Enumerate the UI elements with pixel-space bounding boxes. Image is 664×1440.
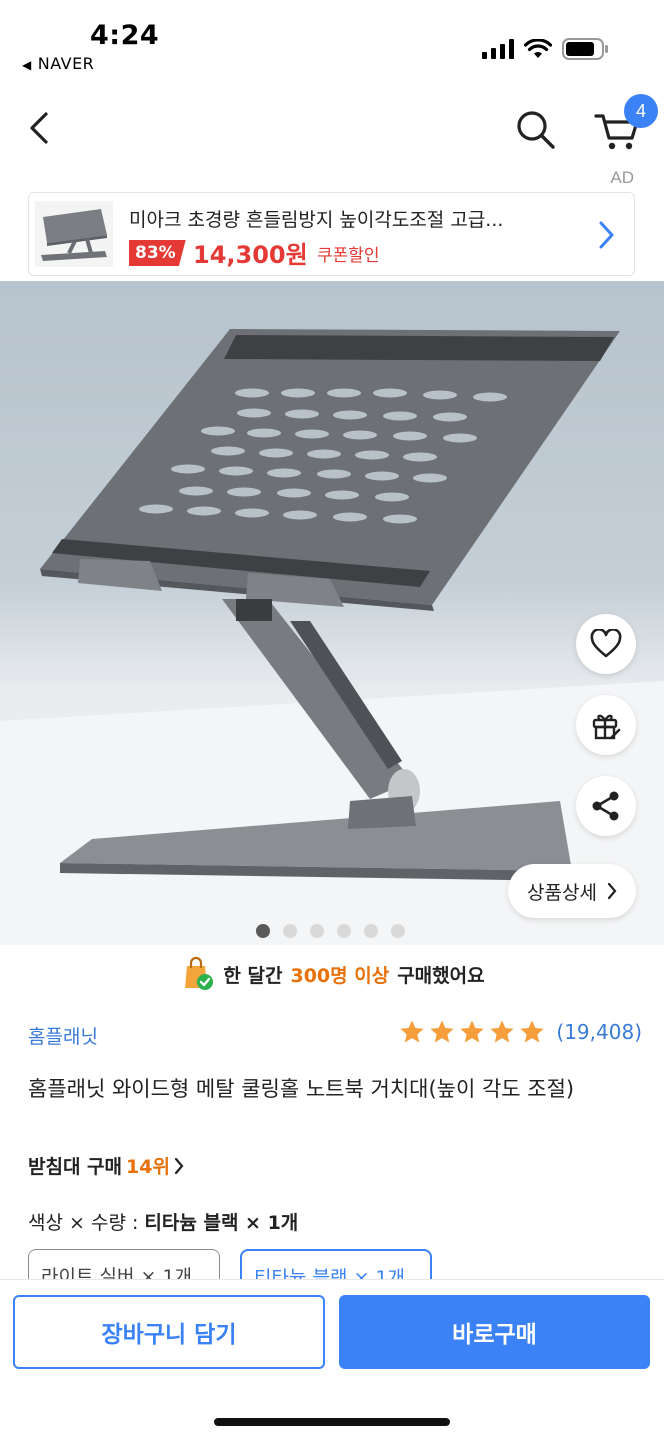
star-icon [490, 1020, 515, 1043]
carousel-dot[interactable] [310, 924, 324, 938]
back-arrow-icon[interactable] [20, 108, 60, 148]
carousel-dot[interactable] [391, 924, 405, 938]
cart-count-badge: 4 [624, 94, 658, 128]
ad-product-thumbnail [35, 201, 113, 267]
product-image-laptop-stand [0, 329, 664, 945]
carousel-dot[interactable] [256, 924, 270, 938]
option-value: 티타늄 블랙 × 1개 [144, 1212, 299, 1234]
share-icon [592, 791, 619, 821]
purchase-note-prefix: 한 달간 [223, 964, 283, 987]
ad-title: 미아크 초경량 흔들림방지 높이각도조절 고급... [129, 209, 504, 231]
home-indicator[interactable] [214, 1418, 450, 1426]
product-detail-label: 상품상세 [527, 881, 597, 904]
ad-label: AD [610, 168, 634, 187]
battery-icon [562, 38, 608, 60]
back-to-app-link[interactable]: ◀ NAVER [22, 54, 94, 73]
gift-button[interactable] [576, 695, 636, 755]
wishlist-button[interactable] [576, 614, 636, 674]
product-image-carousel[interactable]: 상품상세 [0, 281, 664, 945]
product-detail-button[interactable]: 상품상세 [508, 864, 636, 918]
signal-icon [482, 39, 514, 59]
rating[interactable]: (19,408) [398, 1018, 642, 1046]
chevron-right-icon [607, 882, 617, 900]
carousel-dot[interactable] [364, 924, 378, 938]
status-time: 4:24 [90, 20, 160, 51]
buy-now-button[interactable]: 바로구매 [339, 1295, 650, 1369]
wifi-icon [524, 39, 552, 58]
gift-icon [592, 714, 621, 740]
add-to-cart-button[interactable]: 장바구니 담기 [13, 1295, 325, 1369]
rank-value: 14위 [126, 1156, 170, 1178]
status-icons [482, 38, 610, 60]
ad-coupon-label: 쿠폰할인 [317, 246, 380, 266]
carousel-dot[interactable] [283, 924, 297, 938]
star-icon [430, 1020, 455, 1043]
review-count: (19,408) [556, 1020, 642, 1044]
brand-link[interactable]: 홈플래닛 [28, 1022, 98, 1049]
top-nav [0, 90, 664, 170]
back-app-label: NAVER [37, 54, 95, 73]
share-button[interactable] [576, 776, 636, 836]
category-rank-link[interactable]: 받침대 구매 14위 [28, 1152, 184, 1179]
ad-price: 14,300원 [193, 241, 308, 269]
back-triangle-icon: ◀ [22, 58, 32, 72]
option-label: 색상 × 수량 : [28, 1212, 139, 1234]
ad-discount-badge: 83% [129, 240, 186, 266]
ad-banner[interactable]: 미아크 초경량 흔들림방지 높이각도조절 고급... 83% 14,300원 쿠… [28, 192, 635, 276]
star-icon [520, 1020, 545, 1043]
option-summary: 색상 × 수량 : 티타늄 블랙 × 1개 [28, 1208, 298, 1235]
star-icon [460, 1020, 485, 1043]
carousel-indicator [256, 924, 405, 938]
status-bar: 4:24 ◀ NAVER [0, 0, 664, 86]
carousel-dot[interactable] [337, 924, 351, 938]
chevron-right-icon [599, 221, 614, 249]
search-icon[interactable] [512, 106, 558, 152]
purchase-note-suffix: 구매했어요 [397, 964, 485, 987]
rank-prefix: 받침대 구매 [28, 1156, 123, 1178]
star-icon [400, 1020, 425, 1043]
bottom-action-bar: 장바구니 담기 바로구매 [0, 1279, 664, 1440]
chevron-right-icon [174, 1157, 184, 1174]
product-title: 홈플래닛 와이드형 메탈 쿨링홀 노트북 거치대(높이 각도 조절) [28, 1077, 575, 1101]
shopping-bag-check-icon [185, 956, 214, 990]
purchase-note: 한 달간 300명 이상 구매했어요 [0, 956, 664, 992]
purchase-note-highlight: 300명 이상 [290, 964, 390, 987]
heart-icon [590, 629, 622, 658]
